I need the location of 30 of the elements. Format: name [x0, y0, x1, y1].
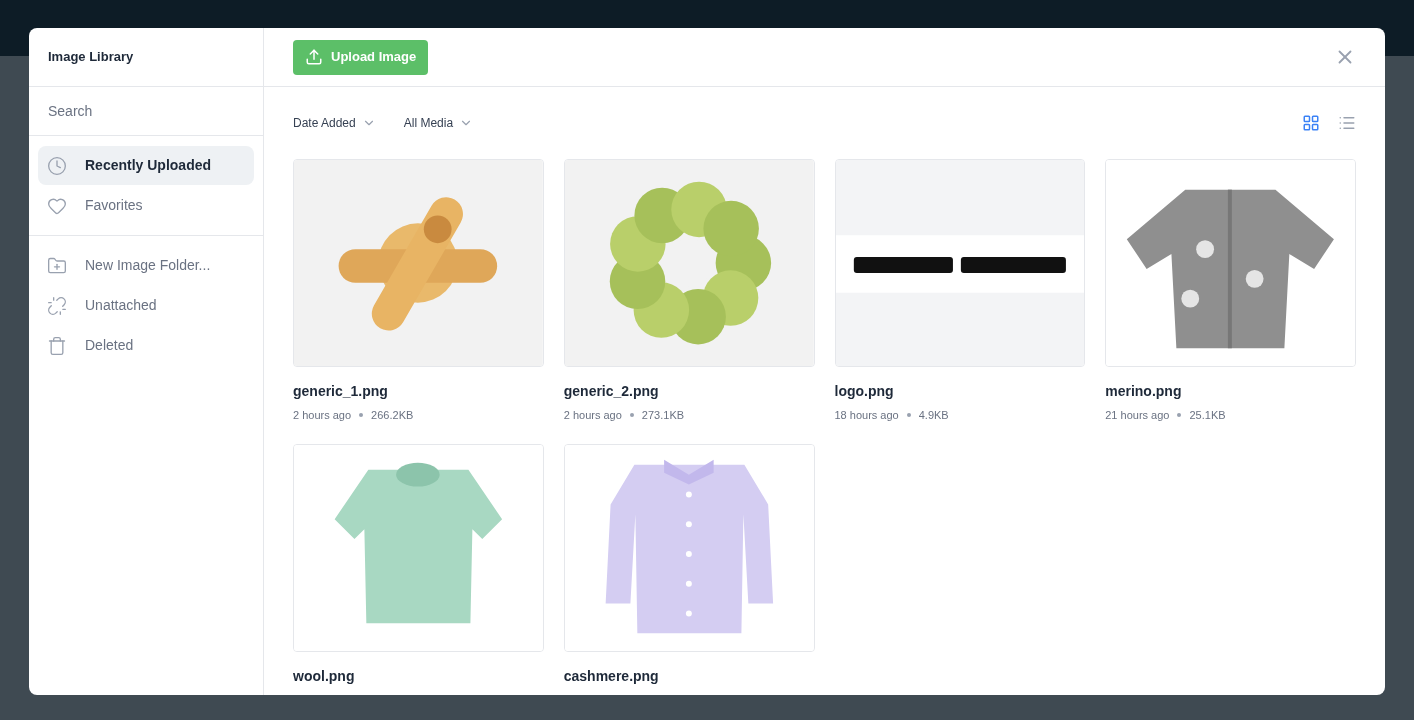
list-view-icon[interactable]: [1338, 114, 1356, 132]
upload-time: 21 hours ago: [1105, 408, 1170, 423]
folder-icon: [47, 255, 67, 276]
file-name: generic_1.png: [293, 382, 389, 401]
file-size: 273.1KB: [641, 408, 685, 423]
file-name: logo.png: [834, 382, 895, 401]
sidebar-item[interactable]: New Image Folder...: [38, 246, 254, 285]
sidebar-item[interactable]: Unattached: [38, 286, 254, 325]
file-name: wool.png: [293, 666, 356, 686]
file-name: merino.png: [1105, 382, 1183, 401]
sidebar-item[interactable]: Favorites: [38, 186, 254, 225]
file-size: 266.2KB: [371, 408, 414, 423]
dialog-title: Image Library: [48, 48, 134, 67]
upload-icon: [305, 48, 323, 66]
trash-icon: [47, 335, 67, 356]
file-size: 25.1KB: [1189, 408, 1226, 423]
upload-time: 2 hours ago: [563, 408, 622, 423]
unlink-icon: [47, 295, 67, 316]
upload-time: 2 hours ago: [293, 408, 352, 423]
grid-view-icon[interactable]: [1302, 114, 1320, 132]
file-name: cashmere.png: [563, 666, 660, 686]
filter-dropdown[interactable]: All Media: [403, 114, 474, 132]
upload-time: 18 hours ago: [834, 408, 899, 423]
clock-icon: [47, 155, 67, 176]
sidebar-item[interactable]: Deleted: [38, 326, 254, 365]
search-field[interactable]: Search: [29, 87, 263, 136]
filter-dropdown[interactable]: Date Added: [293, 114, 376, 132]
file-name: generic_2.png: [563, 382, 660, 401]
sidebar-item[interactable]: Recently Uploaded: [38, 146, 254, 185]
file-size: 4.9KB: [918, 408, 949, 423]
